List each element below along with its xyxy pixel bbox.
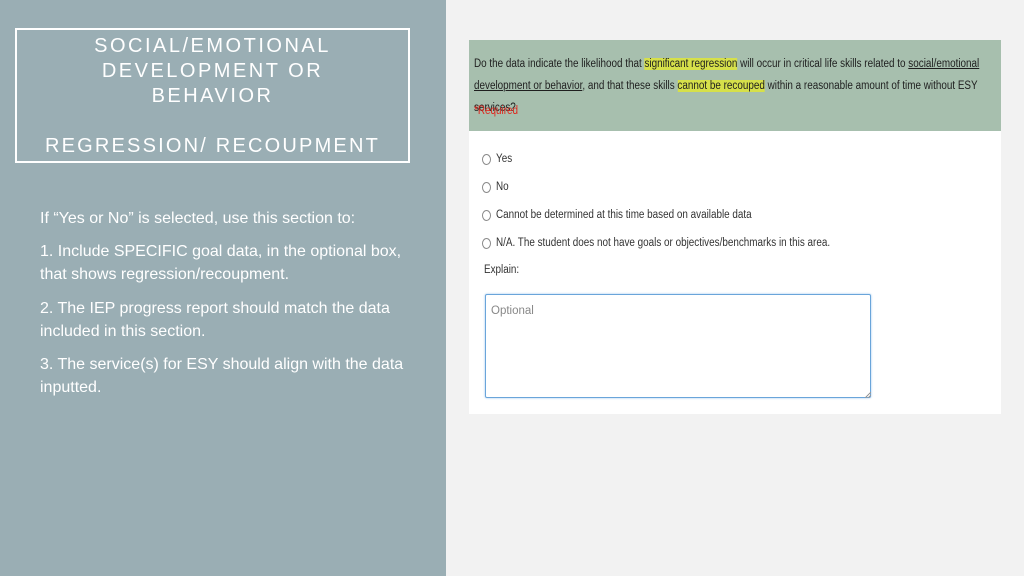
option-no-label: No — [496, 181, 509, 193]
option-cannot-determine-label: Cannot be determined at this time based … — [496, 209, 752, 221]
radio-yes[interactable] — [482, 153, 491, 165]
point-1: 1. Include SPECIFIC goal data, in the op… — [40, 243, 402, 283]
question-text: Do the data indicate the likelihood that… — [474, 53, 999, 119]
explain-textarea[interactable] — [485, 294, 871, 398]
question-part-3: , and that these skills — [582, 80, 678, 92]
title-line-1: SOCIAL/EMOTIONAL — [94, 35, 331, 57]
question-header: Do the data indicate the likelihood that… — [469, 40, 1001, 131]
question-part-1: Do the data indicate the likelihood that — [474, 58, 645, 70]
required-label: *Required — [474, 105, 518, 117]
resize-grip-icon[interactable] — [865, 392, 871, 398]
title-box: SOCIAL/EMOTIONAL DEVELOPMENT OR BEHAVIOR… — [15, 28, 410, 163]
option-na[interactable]: N/A. The student does not have goals or … — [482, 235, 884, 251]
radio-cannot-determine[interactable] — [482, 209, 491, 221]
highlight-significant-regression: significant regression — [644, 58, 738, 70]
form-screenshot: Do the data indicate the likelihood that… — [469, 40, 1001, 414]
option-cannot-determine[interactable]: Cannot be determined at this time based … — [482, 207, 793, 223]
radio-no[interactable] — [482, 181, 491, 193]
radio-na[interactable] — [482, 237, 491, 249]
left-panel: SOCIAL/EMOTIONAL DEVELOPMENT OR BEHAVIOR… — [0, 0, 446, 576]
option-yes-label: Yes — [496, 153, 513, 165]
title-line-3: BEHAVIOR — [151, 85, 274, 107]
option-yes[interactable]: Yes — [482, 151, 515, 167]
question-part-2: will occur in critical life skills relat… — [737, 58, 909, 70]
option-no[interactable]: No — [482, 179, 511, 195]
title-line-2: DEVELOPMENT OR — [101, 60, 324, 82]
highlight-cannot-be-recouped: cannot be recouped — [677, 80, 765, 92]
point-2: 2. The IEP progress report should match … — [40, 300, 390, 340]
slide-subtitle: REGRESSION/ RECOUPMENT — [44, 135, 381, 157]
point-3: 3. The service(s) for ESY should align w… — [40, 356, 404, 396]
intro-text: If “Yes or No” is selected, use this sec… — [40, 210, 356, 227]
explain-label: Explain: — [484, 264, 520, 276]
option-na-label: N/A. The student does not have goals or … — [496, 237, 831, 249]
